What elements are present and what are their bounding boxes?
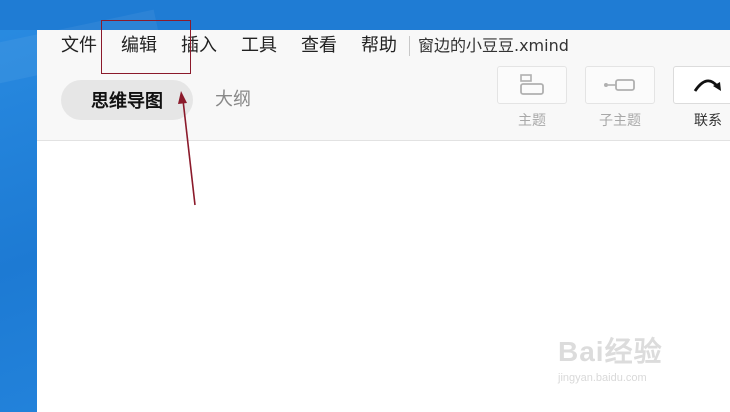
tab-mind-map[interactable]: 思维导图: [61, 80, 193, 120]
annotation-highlight-box: [101, 20, 191, 74]
subtopic-icon: [585, 66, 655, 104]
topic-icon: [497, 66, 567, 104]
topic-tool-button[interactable]: 主题: [497, 66, 567, 130]
baidu-watermark: Bai经验 jingyan.baidu.com: [558, 330, 708, 400]
menu-separator: [409, 36, 410, 56]
topic-tool-label: 主题: [518, 113, 546, 129]
relationship-icon: [673, 66, 730, 104]
menu-tools[interactable]: 工具: [241, 30, 277, 62]
menu-file[interactable]: 文件: [61, 30, 97, 62]
watermark-brand: Bai经验: [558, 336, 663, 367]
relationship-tool-label: 联系: [694, 113, 722, 129]
relationship-tool-button[interactable]: 联系: [673, 66, 730, 130]
menu-help[interactable]: 帮助: [361, 30, 397, 62]
subtopic-tool-label: 子主题: [599, 113, 641, 129]
document-title: 窗边的小豆豆.xmind: [418, 36, 569, 55]
menu-view[interactable]: 查看: [301, 30, 337, 62]
subtopic-tool-button[interactable]: 子主题: [585, 66, 655, 130]
tab-outline[interactable]: 大纲: [215, 80, 251, 120]
watermark-url: jingyan.baidu.com: [558, 372, 647, 384]
